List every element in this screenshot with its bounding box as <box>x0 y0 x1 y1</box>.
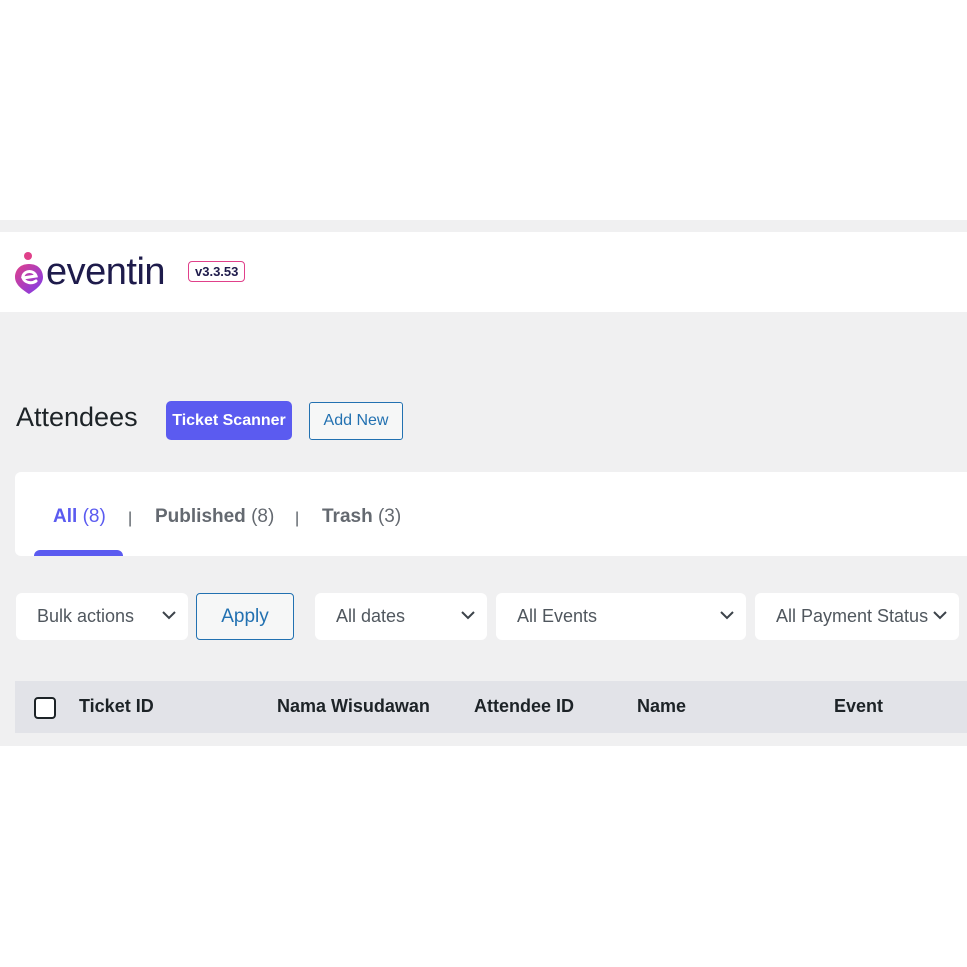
events-filter-value: All Events <box>517 606 598 626</box>
payment-status-filter-value: All Payment Status <box>776 606 929 626</box>
brand-name: eventin <box>46 251 166 293</box>
plugin-header-bar: eventin v3.3.53 <box>0 232 967 312</box>
payment-status-filter-select[interactable]: All Payment Status <box>755 593 959 640</box>
tab-published-label: Published <box>155 506 246 527</box>
admin-page: eventin v3.3.53 Attendees Ticket Scanner… <box>0 220 967 746</box>
column-header-event[interactable]: Event <box>834 696 883 717</box>
attendees-table-header: Ticket ID Nama Wisudawan Attendee ID Nam… <box>15 681 967 733</box>
page-title: Attendees <box>16 402 138 432</box>
chevron-down-icon <box>933 611 947 620</box>
column-header-ticket-id[interactable]: Ticket ID <box>79 696 154 717</box>
tab-trash-count: (3) <box>377 506 402 527</box>
dates-filter-select[interactable]: All dates <box>315 593 487 640</box>
select-all-checkbox[interactable] <box>34 697 56 719</box>
column-header-name[interactable]: Name <box>637 696 686 717</box>
ticket-scanner-button[interactable]: Ticket Scanner <box>166 401 292 440</box>
tab-all[interactable]: All (8) <box>53 506 106 528</box>
column-header-attendee-id[interactable]: Attendee ID <box>474 696 574 717</box>
chevron-down-icon <box>720 611 734 620</box>
eventin-logo: eventin <box>14 250 166 294</box>
status-tabs: All (8) | Published (8) | Trash (3) <box>15 472 967 556</box>
tab-trash[interactable]: Trash (3) <box>322 506 401 528</box>
bulk-actions-select[interactable]: Bulk actions <box>16 593 188 640</box>
tab-separator: | <box>295 510 300 527</box>
tab-all-count: (8) <box>82 506 106 527</box>
column-header-nama-wisudawan[interactable]: Nama Wisudawan <box>277 696 430 717</box>
events-filter-select[interactable]: All Events <box>496 593 746 640</box>
chevron-down-icon <box>461 611 475 620</box>
apply-button[interactable]: Apply <box>196 593 294 640</box>
eventin-logo-icon <box>15 252 43 294</box>
tab-published[interactable]: Published (8) <box>155 506 274 528</box>
tab-separator: | <box>128 510 133 527</box>
dates-filter-value: All dates <box>336 606 406 626</box>
version-badge: v3.3.53 <box>188 261 246 282</box>
active-tab-indicator <box>34 550 123 556</box>
chevron-down-icon <box>162 611 176 620</box>
tab-trash-label: Trash <box>322 506 373 527</box>
tab-published-count: (8) <box>251 506 275 527</box>
tab-all-label: All <box>53 506 78 527</box>
add-new-button[interactable]: Add New <box>309 402 403 440</box>
bulk-actions-value: Bulk actions <box>37 606 135 626</box>
